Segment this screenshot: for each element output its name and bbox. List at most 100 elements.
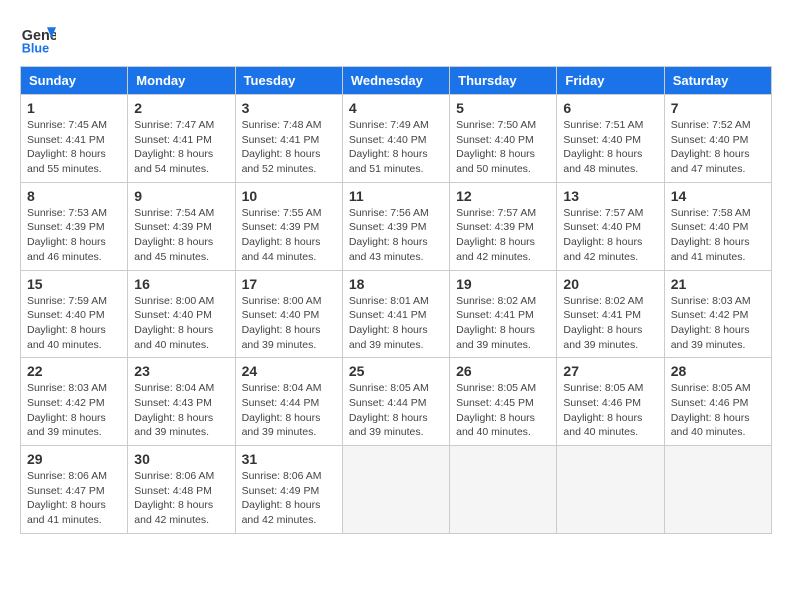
day-info: Sunrise: 8:03 AMSunset: 4:42 PMDaylight:… [671, 295, 751, 351]
calendar-cell: 31 Sunrise: 8:06 AMSunset: 4:49 PMDaylig… [235, 446, 342, 534]
day-number: 7 [671, 100, 765, 116]
calendar-cell: 1 Sunrise: 7:45 AMSunset: 4:41 PMDayligh… [21, 95, 128, 183]
day-number: 26 [456, 363, 550, 379]
day-number: 16 [134, 276, 228, 292]
day-info: Sunrise: 7:57 AMSunset: 4:40 PMDaylight:… [563, 207, 643, 263]
day-number: 11 [349, 188, 443, 204]
calendar-cell: 9 Sunrise: 7:54 AMSunset: 4:39 PMDayligh… [128, 182, 235, 270]
day-number: 5 [456, 100, 550, 116]
logo-icon: General Blue [20, 20, 56, 56]
day-info: Sunrise: 8:04 AMSunset: 4:44 PMDaylight:… [242, 382, 322, 438]
calendar-cell: 18 Sunrise: 8:01 AMSunset: 4:41 PMDaylig… [342, 270, 449, 358]
day-number: 22 [27, 363, 121, 379]
calendar-cell [450, 446, 557, 534]
day-info: Sunrise: 8:02 AMSunset: 4:41 PMDaylight:… [456, 295, 536, 351]
calendar-cell [557, 446, 664, 534]
day-number: 25 [349, 363, 443, 379]
day-info: Sunrise: 8:00 AMSunset: 4:40 PMDaylight:… [242, 295, 322, 351]
calendar-cell: 27 Sunrise: 8:05 AMSunset: 4:46 PMDaylig… [557, 358, 664, 446]
weekday-header: Sunday [21, 67, 128, 95]
day-info: Sunrise: 8:05 AMSunset: 4:45 PMDaylight:… [456, 382, 536, 438]
day-info: Sunrise: 8:03 AMSunset: 4:42 PMDaylight:… [27, 382, 107, 438]
weekday-header: Thursday [450, 67, 557, 95]
day-number: 9 [134, 188, 228, 204]
table-row: 15 Sunrise: 7:59 AMSunset: 4:40 PMDaylig… [21, 270, 772, 358]
calendar-cell: 2 Sunrise: 7:47 AMSunset: 4:41 PMDayligh… [128, 95, 235, 183]
weekday-header: Friday [557, 67, 664, 95]
day-number: 20 [563, 276, 657, 292]
day-number: 12 [456, 188, 550, 204]
logo: General Blue [20, 20, 60, 56]
calendar-cell: 15 Sunrise: 7:59 AMSunset: 4:40 PMDaylig… [21, 270, 128, 358]
day-info: Sunrise: 7:53 AMSunset: 4:39 PMDaylight:… [27, 207, 107, 263]
day-number: 21 [671, 276, 765, 292]
day-info: Sunrise: 7:56 AMSunset: 4:39 PMDaylight:… [349, 207, 429, 263]
calendar-cell: 7 Sunrise: 7:52 AMSunset: 4:40 PMDayligh… [664, 95, 771, 183]
day-info: Sunrise: 8:06 AMSunset: 4:48 PMDaylight:… [134, 470, 214, 526]
day-number: 10 [242, 188, 336, 204]
day-info: Sunrise: 7:54 AMSunset: 4:39 PMDaylight:… [134, 207, 214, 263]
day-info: Sunrise: 8:01 AMSunset: 4:41 PMDaylight:… [349, 295, 429, 351]
day-number: 3 [242, 100, 336, 116]
day-number: 4 [349, 100, 443, 116]
calendar-cell: 23 Sunrise: 8:04 AMSunset: 4:43 PMDaylig… [128, 358, 235, 446]
calendar-cell: 30 Sunrise: 8:06 AMSunset: 4:48 PMDaylig… [128, 446, 235, 534]
day-number: 14 [671, 188, 765, 204]
weekday-header: Tuesday [235, 67, 342, 95]
calendar-cell: 17 Sunrise: 8:00 AMSunset: 4:40 PMDaylig… [235, 270, 342, 358]
day-info: Sunrise: 7:48 AMSunset: 4:41 PMDaylight:… [242, 119, 322, 175]
day-info: Sunrise: 7:50 AMSunset: 4:40 PMDaylight:… [456, 119, 536, 175]
calendar-cell: 3 Sunrise: 7:48 AMSunset: 4:41 PMDayligh… [235, 95, 342, 183]
day-number: 1 [27, 100, 121, 116]
day-info: Sunrise: 7:59 AMSunset: 4:40 PMDaylight:… [27, 295, 107, 351]
day-info: Sunrise: 8:04 AMSunset: 4:43 PMDaylight:… [134, 382, 214, 438]
header: General Blue [20, 20, 772, 56]
day-info: Sunrise: 7:49 AMSunset: 4:40 PMDaylight:… [349, 119, 429, 175]
day-info: Sunrise: 8:05 AMSunset: 4:44 PMDaylight:… [349, 382, 429, 438]
day-info: Sunrise: 7:55 AMSunset: 4:39 PMDaylight:… [242, 207, 322, 263]
day-info: Sunrise: 8:06 AMSunset: 4:47 PMDaylight:… [27, 470, 107, 526]
day-info: Sunrise: 8:02 AMSunset: 4:41 PMDaylight:… [563, 295, 643, 351]
day-number: 6 [563, 100, 657, 116]
day-number: 15 [27, 276, 121, 292]
day-number: 27 [563, 363, 657, 379]
day-info: Sunrise: 7:57 AMSunset: 4:39 PMDaylight:… [456, 207, 536, 263]
calendar-cell: 8 Sunrise: 7:53 AMSunset: 4:39 PMDayligh… [21, 182, 128, 270]
table-row: 22 Sunrise: 8:03 AMSunset: 4:42 PMDaylig… [21, 358, 772, 446]
calendar-cell: 12 Sunrise: 7:57 AMSunset: 4:39 PMDaylig… [450, 182, 557, 270]
day-info: Sunrise: 7:58 AMSunset: 4:40 PMDaylight:… [671, 207, 751, 263]
calendar-cell: 14 Sunrise: 7:58 AMSunset: 4:40 PMDaylig… [664, 182, 771, 270]
calendar-cell [664, 446, 771, 534]
day-number: 19 [456, 276, 550, 292]
day-info: Sunrise: 7:52 AMSunset: 4:40 PMDaylight:… [671, 119, 751, 175]
calendar-cell: 13 Sunrise: 7:57 AMSunset: 4:40 PMDaylig… [557, 182, 664, 270]
day-info: Sunrise: 7:45 AMSunset: 4:41 PMDaylight:… [27, 119, 107, 175]
svg-text:Blue: Blue [22, 41, 49, 55]
calendar-cell: 20 Sunrise: 8:02 AMSunset: 4:41 PMDaylig… [557, 270, 664, 358]
day-number: 28 [671, 363, 765, 379]
calendar-cell: 24 Sunrise: 8:04 AMSunset: 4:44 PMDaylig… [235, 358, 342, 446]
table-row: 8 Sunrise: 7:53 AMSunset: 4:39 PMDayligh… [21, 182, 772, 270]
table-row: 29 Sunrise: 8:06 AMSunset: 4:47 PMDaylig… [21, 446, 772, 534]
calendar-cell: 22 Sunrise: 8:03 AMSunset: 4:42 PMDaylig… [21, 358, 128, 446]
calendar-cell: 10 Sunrise: 7:55 AMSunset: 4:39 PMDaylig… [235, 182, 342, 270]
calendar-cell: 28 Sunrise: 8:05 AMSunset: 4:46 PMDaylig… [664, 358, 771, 446]
day-number: 13 [563, 188, 657, 204]
day-info: Sunrise: 8:05 AMSunset: 4:46 PMDaylight:… [671, 382, 751, 438]
calendar-cell: 5 Sunrise: 7:50 AMSunset: 4:40 PMDayligh… [450, 95, 557, 183]
calendar-cell: 19 Sunrise: 8:02 AMSunset: 4:41 PMDaylig… [450, 270, 557, 358]
day-number: 2 [134, 100, 228, 116]
calendar-cell: 11 Sunrise: 7:56 AMSunset: 4:39 PMDaylig… [342, 182, 449, 270]
calendar-cell: 25 Sunrise: 8:05 AMSunset: 4:44 PMDaylig… [342, 358, 449, 446]
day-info: Sunrise: 8:00 AMSunset: 4:40 PMDaylight:… [134, 295, 214, 351]
day-number: 23 [134, 363, 228, 379]
calendar-cell: 29 Sunrise: 8:06 AMSunset: 4:47 PMDaylig… [21, 446, 128, 534]
day-info: Sunrise: 7:51 AMSunset: 4:40 PMDaylight:… [563, 119, 643, 175]
calendar-cell [342, 446, 449, 534]
calendar-cell: 6 Sunrise: 7:51 AMSunset: 4:40 PMDayligh… [557, 95, 664, 183]
calendar-cell: 21 Sunrise: 8:03 AMSunset: 4:42 PMDaylig… [664, 270, 771, 358]
calendar-table: SundayMondayTuesdayWednesdayThursdayFrid… [20, 66, 772, 534]
weekday-header: Saturday [664, 67, 771, 95]
day-number: 30 [134, 451, 228, 467]
calendar-cell: 16 Sunrise: 8:00 AMSunset: 4:40 PMDaylig… [128, 270, 235, 358]
